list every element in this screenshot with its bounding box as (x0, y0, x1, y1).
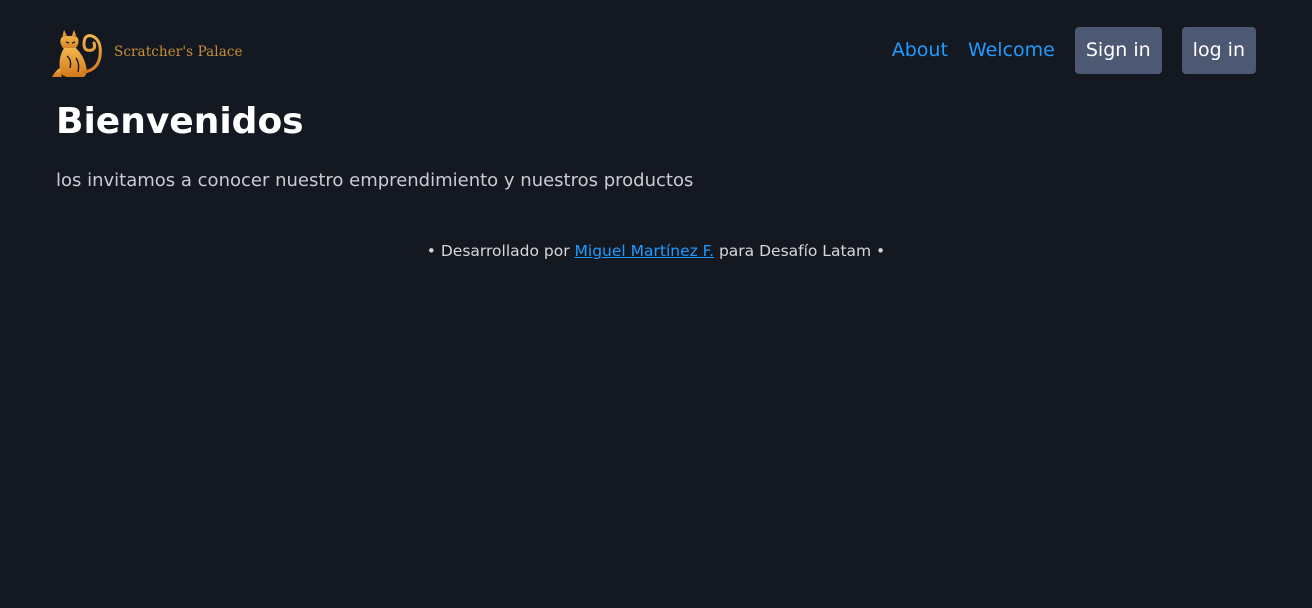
nav-link-welcome[interactable]: Welcome (968, 41, 1055, 60)
page-subtitle: los invitamos a conocer nuestro emprendi… (56, 170, 694, 191)
brand-name: Scratcher's Palace (114, 44, 243, 61)
page-title: Bienvenidos (56, 101, 304, 142)
footer-suffix: para Desafío Latam • (714, 242, 886, 260)
brand-logo-link[interactable]: Scratcher's Palace (50, 26, 243, 80)
sign-in-button[interactable]: Sign in (1074, 27, 1162, 74)
main-nav: About Welcome Sign in log in (892, 27, 1256, 74)
log-in-button[interactable]: log in (1181, 27, 1256, 74)
site-footer: • Desarrollado por Miguel Martínez F. pa… (0, 241, 1312, 261)
cat-logo-icon (52, 30, 102, 77)
footer-prefix: • Desarrollado por (426, 242, 575, 260)
nav-link-about[interactable]: About (892, 41, 948, 60)
author-link[interactable]: Miguel Martínez F. (575, 242, 715, 260)
site-header: Scratcher's Palace About Welcome Sign in… (0, 0, 1312, 100)
